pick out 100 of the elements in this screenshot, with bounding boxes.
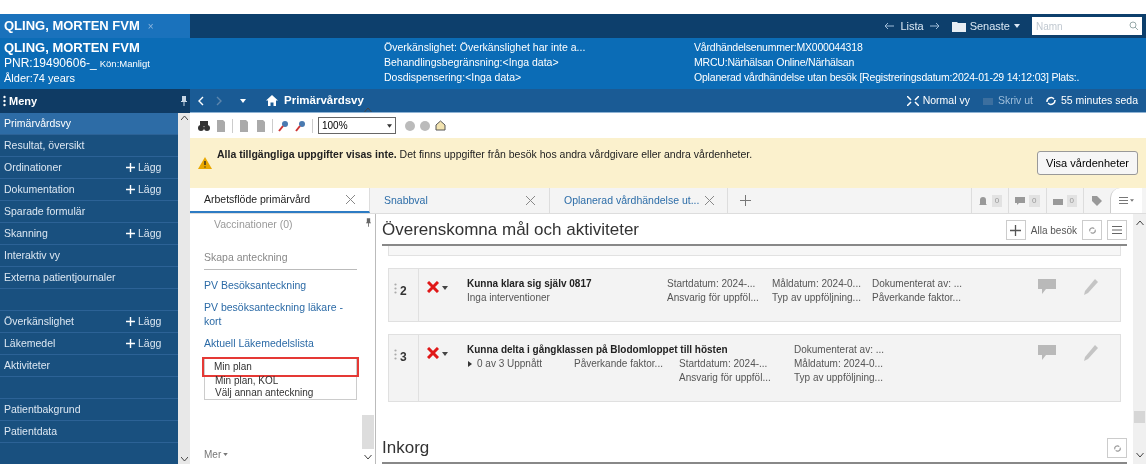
field-text: Ansvarig för uppföl... [679,371,772,385]
zoom-in-icon[interactable] [278,119,290,132]
drag-handle-icon[interactable] [394,283,397,294]
patient-age: Ålder:74 years [4,71,76,86]
tab[interactable]: Oplanerad vårdhändelse ut... [550,188,728,213]
scrollbar[interactable] [1133,214,1146,464]
sidebar-item[interactable]: Skanning [4,225,126,242]
pin-icon[interactable] [181,96,187,106]
sidebar-item[interactable]: Ordinationer [4,159,126,176]
toolbar-button[interactable]: 55 minutes seda [1044,92,1138,109]
menu-option[interactable]: Min plan, KOL [205,374,356,387]
info-text: Behandlingsbegränsning:<Inga data> [384,55,560,70]
info-text: MRCU:Närhälsan Online/Närhälsan [694,55,856,70]
document-icon[interactable] [238,119,250,132]
comment-icon[interactable] [1015,195,1026,206]
back-icon[interactable] [198,95,204,106]
document-icon[interactable] [255,119,267,132]
comment-icon[interactable] [1038,345,1056,361]
close-icon[interactable] [526,196,535,205]
patient-tab[interactable]: QLING, MORTEN FVM × [0,14,190,38]
sidebar-item[interactable]: Aktiviteter [4,357,178,374]
refresh-button[interactable] [1082,220,1102,240]
add-button[interactable]: Lägg [126,313,178,330]
menu-option[interactable]: Min plan [204,358,357,375]
scroll-down-icon[interactable] [1135,453,1144,458]
binoculars-icon[interactable] [198,119,210,132]
tag-icon[interactable] [1092,195,1102,206]
show-units-button[interactable]: Visa vårdenheter [1037,151,1138,175]
normal-view-icon [906,95,919,106]
sidebar-item[interactable]: Patientdata [4,423,178,440]
scroll-thumb[interactable] [1134,411,1145,423]
sidebar-item[interactable]: Läkemedel [4,335,126,352]
zoom-select[interactable]: 100% [318,117,396,134]
menu-option[interactable]: Välj annan anteckning [205,386,356,399]
document-icon[interactable] [215,119,227,132]
plus-icon [126,229,135,238]
info-text: Vårdhändelsenummer:MX000044318 [694,40,864,55]
close-icon[interactable] [705,196,715,205]
sidebar-item[interactable]: Resultat, översikt [4,137,178,154]
home-icon[interactable] [266,95,278,106]
folder-icon [951,20,966,32]
note-link[interactable]: PV Besöksanteckning [204,277,357,292]
add-button[interactable] [1005,220,1026,240]
sidebar-item[interactable]: Överkänslighet [4,313,126,330]
sidebar-item[interactable]: Patientbakgrund [4,401,178,418]
plus-icon [126,163,135,172]
bell-icon[interactable] [977,195,988,206]
plus-icon[interactable] [740,195,751,206]
field-text: Typ av uppföljning... [794,371,884,385]
list-label: Lista [900,18,924,34]
add-button[interactable]: Lägg [126,335,178,352]
tab[interactable]: Arbetsflöde primärvård [190,188,370,213]
note-link[interactable]: PV besöksanteckning läkare - kort [204,299,357,328]
scroll-down-icon[interactable] [180,457,188,462]
toolbar-button[interactable]: Normal vy [906,92,970,109]
tab-menu-button[interactable] [1110,188,1142,213]
circle-icon[interactable] [405,120,415,131]
caret-icon[interactable] [240,98,246,103]
add-button[interactable]: Lägg [126,181,178,198]
sidebar-item[interactable]: Interaktiv vy [4,247,178,264]
scrollbar[interactable] [178,113,190,464]
forward-icon[interactable] [216,95,222,106]
field-text: Måldatum: 2024-0... [794,357,884,371]
sidebar-item[interactable]: Dokumentation [4,181,126,198]
refresh-icon [1112,443,1122,453]
caret-icon [387,123,392,128]
menu-button[interactable] [1107,220,1127,240]
zoom-out-icon[interactable] [295,119,307,132]
arrow-left-icon[interactable] [884,22,895,30]
refresh-button[interactable] [1107,438,1127,458]
expander[interactable]: 0 av 3 Uppnått [467,357,574,371]
plus-icon [126,317,135,326]
plus-icon [126,185,135,194]
close-icon[interactable] [346,195,355,204]
scroll-up-icon[interactable] [1135,220,1144,225]
comment-icon[interactable] [1038,279,1056,295]
sidebar-item[interactable]: Sparade formulär [4,203,178,220]
row-number: 2 [400,283,407,300]
scroll-thumb[interactable] [362,415,374,449]
field-text: Startdatum: 2024-... [679,357,769,371]
field-text: Dokumenterat av: ... [872,277,964,291]
house-icon[interactable] [435,120,446,131]
add-button[interactable]: Lägg [126,159,178,176]
cross-icon [427,347,439,359]
recent-button[interactable]: Senaste [951,17,1020,35]
search-field[interactable]: Namn [1032,17,1126,35]
pin-icon[interactable] [365,218,371,227]
drag-handle-icon [3,95,6,107]
sidebar-item[interactable]: Externa patientjournaler [4,269,178,286]
arrow-right-icon[interactable] [929,22,940,30]
drag-handle-icon[interactable] [394,349,397,360]
tab[interactable]: Snabbval [370,188,550,213]
field-text: Ansvarig för uppföl... [667,291,760,305]
scroll-up-icon[interactable] [180,115,188,120]
more-button[interactable]: Mer [204,447,357,462]
add-button[interactable]: Lägg [126,225,178,242]
note-link[interactable]: Aktuell Läkemedelslista [204,335,357,350]
search-icon[interactable] [1126,17,1142,35]
scroll-down-icon[interactable] [364,455,372,460]
circle-icon[interactable] [420,120,430,131]
